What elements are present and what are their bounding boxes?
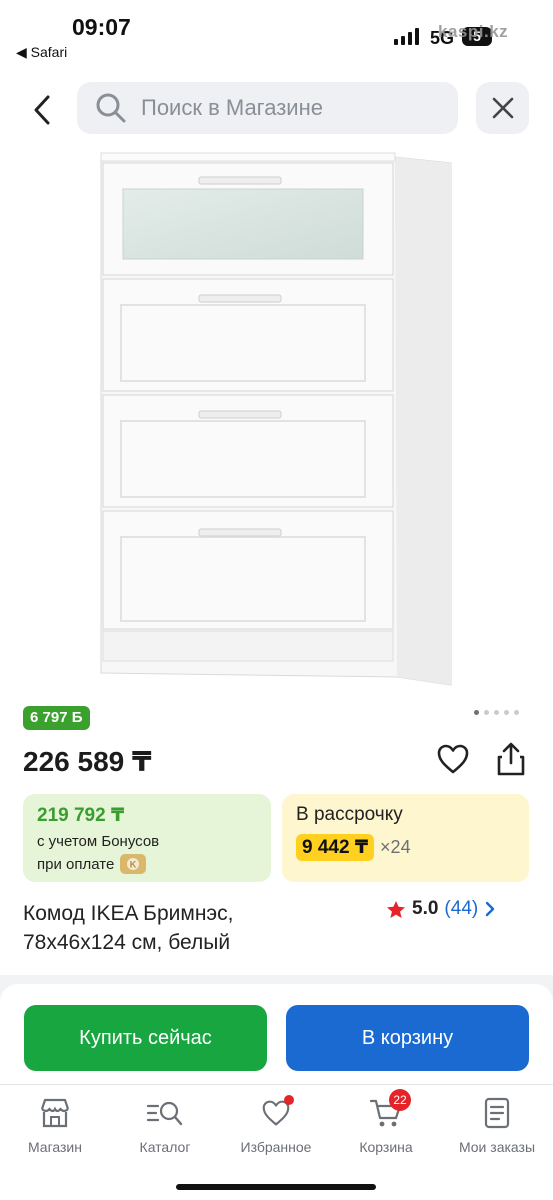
tab-shop[interactable]: Магазин [0, 1095, 110, 1155]
gallery-dots[interactable] [474, 710, 519, 715]
tab-catalog-label: Каталог [139, 1139, 191, 1155]
bonus-badge: 6 797 Б [23, 706, 90, 730]
favorites-dot [284, 1095, 294, 1105]
chevron-left-icon [34, 95, 50, 125]
rating-score: 5.0 [412, 898, 439, 919]
tab-favorites-label: Избранное [240, 1139, 312, 1155]
bonus-price: 219 792 ₸ [37, 805, 125, 826]
orders-icon [484, 1097, 510, 1129]
status-time: 09:07 [72, 14, 131, 40]
gold-card-icon: K [120, 854, 147, 874]
installment-multiplier: ×24 [380, 837, 411, 857]
add-to-cart-button[interactable]: В корзину [286, 1005, 529, 1071]
installment-card[interactable]: В рассрочку 9 442 ₸ ×24 [282, 794, 529, 882]
rating-link[interactable]: 5.0 (44) [386, 898, 496, 920]
close-button[interactable] [476, 82, 529, 134]
tab-catalog[interactable]: Каталог [110, 1095, 220, 1155]
gallery-dot[interactable] [484, 710, 489, 715]
installment-monthly: 9 442 ₸ [296, 834, 375, 861]
tab-bar: Магазин Каталог Избранное 22 Корзина Мои… [0, 1084, 553, 1200]
installment-row: 9 442 ₸ ×24 [296, 834, 515, 861]
bonus-line-1: с учетом Бонусов [37, 833, 257, 850]
shop-icon [40, 1098, 70, 1128]
bonus-line-1-text: с учетом Бонусов [37, 833, 160, 850]
search-input[interactable]: Поиск в Магазине [77, 82, 458, 134]
tab-cart[interactable]: 22 Корзина [331, 1089, 441, 1155]
tab-orders[interactable]: Мои заказы [442, 1095, 552, 1155]
installment-title: В рассрочку [296, 804, 403, 825]
star-icon [387, 900, 405, 918]
reviews-count: (44) [444, 898, 479, 919]
catalog-search-icon [146, 1101, 183, 1126]
chevron-right-icon [486, 901, 495, 917]
home-indicator[interactable] [176, 1184, 376, 1190]
gallery-dot[interactable] [504, 710, 509, 715]
close-icon [492, 97, 513, 119]
gallery-dot[interactable] [514, 710, 519, 715]
search-placeholder: Поиск в Магазине [141, 95, 323, 120]
product-title: Комод IKEA Бримнэс, 78х46х124 см, белый [23, 899, 323, 957]
product-title-line2: 78х46х124 см, белый [23, 931, 231, 954]
signal-icon [394, 28, 419, 45]
tab-cart-label: Корзина [359, 1139, 413, 1155]
product-title-line1: Комод IKEA Бримнэс, [23, 902, 234, 925]
gallery-dot[interactable] [474, 710, 479, 715]
watermark: kaspi.kz [438, 22, 509, 41]
search-icon [96, 93, 126, 123]
back-to-app-link[interactable]: ◀ Safari [16, 44, 67, 61]
bonus-line-2: при оплате K [37, 854, 257, 874]
product-screen: 09:07 ◀ Safari 5G 5 kaspi.kz Поиск в Маг… [0, 0, 553, 1200]
back-button[interactable] [22, 90, 62, 130]
product-price: 226 589 ₸ [23, 746, 152, 777]
product-image[interactable] [95, 145, 455, 693]
buy-now-button[interactable]: Купить сейчас [24, 1005, 267, 1071]
favorite-heart-icon[interactable] [436, 743, 470, 775]
tab-favorites[interactable]: Избранное [221, 1095, 331, 1155]
status-bar: 09:07 ◀ Safari 5G 5 kaspi.kz [0, 0, 553, 70]
tab-shop-label: Магазин [27, 1139, 82, 1155]
share-icon[interactable] [494, 741, 528, 777]
gallery-dot[interactable] [494, 710, 499, 715]
svg-text:K: K [130, 860, 137, 870]
bonus-line-2-text: при оплате [37, 855, 115, 873]
tab-orders-label: Мои заказы [458, 1139, 536, 1155]
cart-count-badge: 22 [389, 1089, 411, 1111]
bonus-price-card[interactable]: 219 792 ₸ с учетом Бонусов при оплате K [23, 794, 271, 882]
